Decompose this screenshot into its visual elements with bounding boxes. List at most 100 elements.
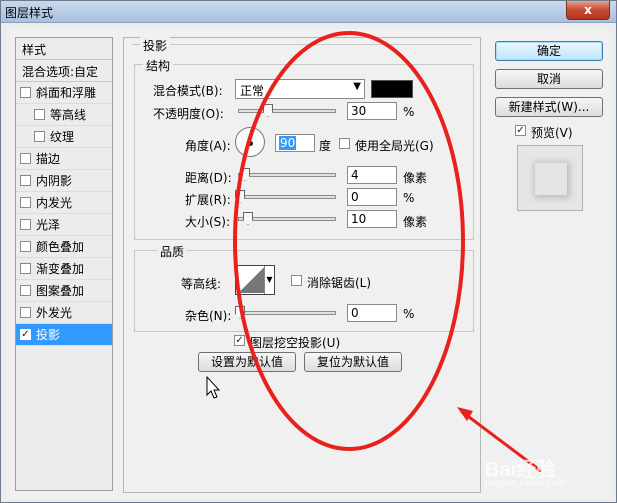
angle-center-dot <box>248 141 253 146</box>
global-light-label[interactable]: 使用全局光(G) <box>355 137 434 154</box>
style-item[interactable]: 颜色叠加 <box>16 236 112 258</box>
style-item-checkbox[interactable]: ✓ <box>20 329 31 340</box>
size-input[interactable]: 10 <box>347 210 397 228</box>
style-item[interactable]: 描边 <box>16 148 112 170</box>
angle-dial[interactable] <box>235 127 265 157</box>
spread-label: 扩展(R): <box>185 193 231 207</box>
spread-unit: % <box>403 191 415 205</box>
drop-shadow-title: 投影 <box>140 37 171 54</box>
size-slider[interactable] <box>238 212 336 225</box>
blending-options-item[interactable]: 混合选项:自定 <box>16 60 112 82</box>
size-slider-thumb[interactable] <box>243 212 253 225</box>
style-item-label: 外发光 <box>36 306 73 320</box>
style-item[interactable]: 斜面和浮雕 <box>16 82 112 104</box>
blend-mode-label: 混合模式(B): <box>153 84 223 98</box>
preview-checkbox[interactable]: ✓ <box>515 125 526 136</box>
style-item-label: 描边 <box>36 152 61 166</box>
style-item-checkbox[interactable] <box>20 241 31 252</box>
style-item-checkbox[interactable] <box>20 87 31 98</box>
blend-mode-value: 正常 <box>240 84 265 98</box>
preview-label[interactable]: 预览(V) <box>531 124 573 141</box>
distance-slider-thumb[interactable] <box>240 168 250 181</box>
angle-input[interactable]: 90 <box>275 134 315 152</box>
quality-title: 品质 <box>157 243 188 260</box>
noise-unit: % <box>403 307 415 321</box>
chevron-down-icon[interactable]: ▼ <box>264 266 274 294</box>
noise-label: 杂色(N): <box>185 309 232 323</box>
style-item-checkbox[interactable] <box>34 109 45 120</box>
style-item-checkbox[interactable] <box>20 285 31 296</box>
make-default-button[interactable]: 设置为默认值 <box>198 352 296 372</box>
anti-alias-checkbox[interactable] <box>291 275 302 286</box>
spread-input[interactable]: 0 <box>347 188 397 206</box>
style-item-checkbox[interactable] <box>20 153 31 164</box>
style-item[interactable]: 光泽 <box>16 214 112 236</box>
anti-alias-label[interactable]: 消除锯齿(L) <box>307 274 371 291</box>
distance-slider[interactable] <box>238 168 336 181</box>
style-item[interactable]: ✓ 投影 <box>16 324 112 346</box>
noise-input[interactable]: 0 <box>347 304 397 322</box>
style-item[interactable]: 渐变叠加 <box>16 258 112 280</box>
style-item[interactable]: 内发光 <box>16 192 112 214</box>
spread-slider-thumb[interactable] <box>235 190 245 203</box>
new-style-button[interactable]: 新建样式(W)... <box>495 97 603 117</box>
cancel-button[interactable]: 取消 <box>495 69 603 89</box>
baidu-watermark: Bai经验 jingyan.baidu.com <box>485 453 566 489</box>
drop-shadow-panel: 投影 结构 混合模式(B): 正常 ▼ 不透明度(O): 30 % 角度(A): <box>123 37 481 493</box>
distance-unit: 像素 <box>403 171 428 185</box>
blend-mode-select[interactable]: 正常 ▼ <box>235 79 365 99</box>
size-label: 大小(S): <box>185 215 231 229</box>
style-item-checkbox[interactable] <box>34 131 45 142</box>
global-light-checkbox[interactable] <box>339 138 350 149</box>
style-item-checkbox[interactable] <box>20 219 31 230</box>
title-bar[interactable]: 图层样式 x <box>1 1 616 23</box>
opacity-slider-thumb[interactable] <box>263 104 273 117</box>
style-item[interactable]: 外发光 <box>16 302 112 324</box>
size-unit: 像素 <box>403 215 428 229</box>
style-item-label: 纹理 <box>50 130 75 144</box>
contour-label: 等高线: <box>181 277 222 291</box>
distance-input[interactable]: 4 <box>347 166 397 184</box>
close-button[interactable]: x <box>566 1 610 20</box>
style-item-label: 颜色叠加 <box>36 240 85 254</box>
style-item-checkbox[interactable] <box>20 175 31 186</box>
spread-slider[interactable] <box>235 190 336 203</box>
shadow-color-swatch[interactable] <box>371 80 413 98</box>
preview-swatch <box>535 163 567 195</box>
contour-picker[interactable]: ▼ <box>235 265 275 295</box>
structure-title: 结构 <box>143 57 174 74</box>
style-item-label: 内发光 <box>36 196 73 210</box>
style-item[interactable]: 内阴影 <box>16 170 112 192</box>
style-item[interactable]: 纹理 <box>16 126 112 148</box>
style-item[interactable]: 等高线 <box>16 104 112 126</box>
contour-curve-icon <box>237 267 265 293</box>
styles-list: 样式 混合选项:自定 斜面和浮雕等高线纹理描边内阴影内发光光泽颜色叠加渐变叠加图… <box>15 37 113 491</box>
distance-label: 距离(D): <box>185 171 232 185</box>
quality-group: 品质 等高线: ▼ 消除锯齿(L) 杂色(N): 0 % <box>134 243 474 332</box>
knockout-label[interactable]: 图层挖空投影(U) <box>250 334 340 351</box>
angle-value: 90 <box>279 136 297 150</box>
window-title: 图层样式 <box>5 6 54 20</box>
opacity-label: 不透明度(O): <box>153 107 224 121</box>
style-item-checkbox[interactable] <box>20 307 31 318</box>
opacity-input[interactable]: 30 <box>347 102 397 120</box>
ok-button[interactable]: 确定 <box>495 41 603 61</box>
style-item-label: 内阴影 <box>36 174 73 188</box>
structure-group: 结构 混合模式(B): 正常 ▼ 不透明度(O): 30 % 角度(A): 90… <box>134 57 474 240</box>
reset-default-button[interactable]: 复位为默认值 <box>304 352 402 372</box>
style-preview <box>517 145 583 211</box>
style-item-label: 投影 <box>36 328 61 342</box>
opacity-slider[interactable] <box>238 104 336 117</box>
style-item-label: 渐变叠加 <box>36 262 85 276</box>
style-item-checkbox[interactable] <box>20 263 31 274</box>
noise-slider[interactable] <box>235 306 336 319</box>
knockout-checkbox[interactable]: ✓ <box>234 335 245 346</box>
style-item-label: 等高线 <box>50 108 87 122</box>
style-item-checkbox[interactable] <box>20 197 31 208</box>
styles-header[interactable]: 样式 <box>16 38 112 60</box>
noise-slider-thumb[interactable] <box>235 306 245 319</box>
style-item-label: 斜面和浮雕 <box>36 86 97 100</box>
style-item[interactable]: 图案叠加 <box>16 280 112 302</box>
watermark-url: jingyan.baidu.com <box>485 478 566 489</box>
chevron-down-icon: ▼ <box>353 81 361 92</box>
